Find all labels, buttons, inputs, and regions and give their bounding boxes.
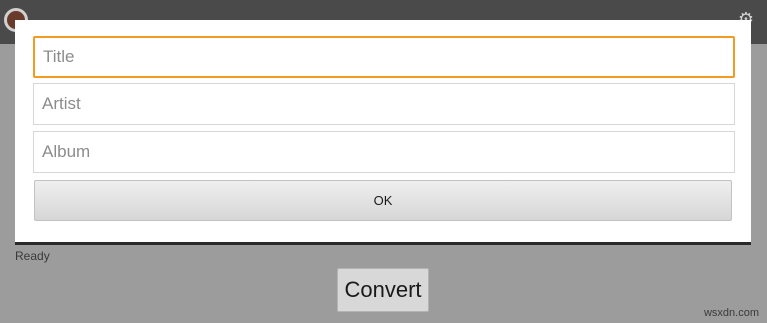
title-input[interactable] — [33, 36, 735, 78]
ok-button[interactable]: OK — [34, 180, 732, 221]
album-input[interactable] — [33, 131, 735, 173]
artist-input[interactable] — [33, 83, 735, 125]
tag-edit-dialog: OK — [15, 20, 751, 242]
convert-button[interactable]: Convert — [337, 268, 429, 312]
watermark: wsxdn.com — [703, 307, 759, 319]
status-text: Ready — [15, 249, 50, 263]
